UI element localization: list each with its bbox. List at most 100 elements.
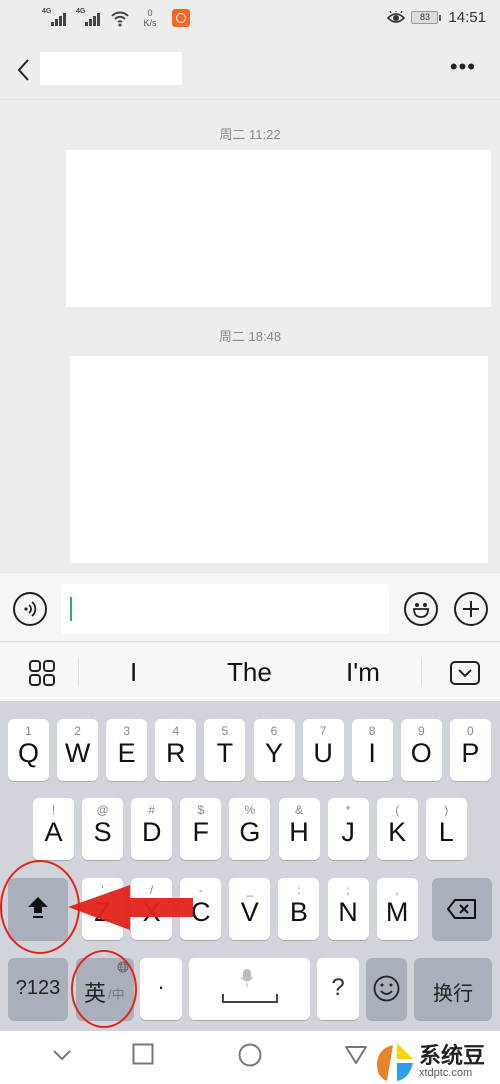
key-hint: 6 — [270, 724, 278, 738]
key-c[interactable]: -C — [180, 878, 222, 940]
emoji-key[interactable] — [366, 958, 407, 1020]
key-n[interactable]: ; N — [327, 878, 369, 940]
key-hint: 2 — [74, 724, 81, 738]
key-label: X — [142, 897, 161, 927]
key-label: C — [190, 897, 211, 927]
key-label: Q — [17, 738, 39, 768]
key-m[interactable]: ,M — [376, 878, 418, 940]
battery-icon: 83 — [411, 11, 442, 24]
key-hint: : — [297, 883, 301, 897]
voice-button[interactable] — [13, 592, 47, 626]
key-label: M — [385, 897, 409, 927]
chat-title — [40, 52, 182, 85]
backspace-key[interactable] — [432, 878, 492, 940]
key-label: Z — [94, 897, 111, 927]
key-o[interactable]: 9O — [400, 719, 442, 781]
space-key[interactable] — [189, 958, 310, 1020]
back-icon[interactable] — [344, 1045, 368, 1065]
backspace-icon — [447, 899, 476, 919]
numbers-key[interactable]: ?123 — [8, 958, 68, 1020]
watermark-url: xtdptc.com — [419, 1067, 473, 1079]
key-b[interactable]: :B — [278, 878, 320, 940]
key-q[interactable]: 1Q — [8, 719, 49, 781]
wifi-icon — [111, 11, 129, 27]
question-key[interactable]: ? — [317, 958, 359, 1020]
emoji-button[interactable] — [404, 592, 438, 626]
home-icon[interactable] — [238, 1043, 262, 1067]
app-notification-icon — [172, 9, 190, 27]
divider — [421, 657, 422, 687]
back-button[interactable] — [14, 55, 34, 85]
key-y[interactable]: 6Y — [253, 719, 295, 781]
key-l[interactable]: ) L — [425, 798, 467, 860]
suggestion-word[interactable]: The — [227, 657, 272, 688]
key-hint: ' — [101, 883, 104, 897]
key-label: P — [461, 738, 480, 768]
net-speed-unit: K/s — [143, 18, 157, 28]
key-d[interactable]: # D — [131, 798, 173, 860]
enter-key[interactable]: 换行 — [414, 958, 492, 1020]
key-z[interactable]: ' Z — [82, 878, 123, 940]
key-f[interactable]: $ F — [180, 798, 222, 860]
shift-key[interactable] — [8, 878, 68, 940]
message-input[interactable] — [61, 584, 389, 634]
more-functions-button[interactable] — [454, 592, 488, 626]
key-t[interactable]: 5T — [204, 719, 246, 781]
more-dots-icon: ••• — [449, 54, 476, 79]
plus-icon — [463, 601, 479, 617]
key-x[interactable]: / X — [131, 878, 173, 940]
key-label: O — [410, 738, 432, 768]
key-hint: _ — [246, 883, 254, 897]
chevron-left-icon — [17, 59, 29, 81]
period-key[interactable]: · — [140, 958, 182, 1020]
status-bar: 4G 4G 0 K/s 83 14:51 — [0, 0, 500, 40]
key-v[interactable]: _ V — [229, 878, 271, 940]
key-r[interactable]: 4R — [155, 719, 197, 781]
key-p[interactable]: 0P — [449, 719, 491, 781]
key-label: W — [64, 738, 91, 768]
network-type-label: 4G — [42, 8, 52, 15]
key-a[interactable]: ! A — [33, 798, 74, 860]
language-switch-key[interactable]: 英 /中 — [76, 958, 134, 1020]
key-s[interactable]: @ S — [82, 798, 124, 860]
suggestion-word[interactable]: I — [130, 657, 137, 688]
message-input-bar — [0, 572, 500, 642]
lang-alt-label: /中 — [108, 987, 125, 1002]
voice-icon — [24, 601, 37, 617]
keyboard-hide-icon[interactable] — [450, 661, 480, 685]
key-hint: % — [244, 803, 256, 817]
key-hint: 1 — [25, 724, 32, 738]
message-timestamp: 周二 11:22 — [219, 127, 281, 142]
key-hint: 0 — [467, 724, 474, 738]
key-g[interactable]: % G — [229, 798, 271, 860]
emoji-icon — [413, 603, 429, 618]
key-k[interactable]: (K — [376, 798, 418, 860]
net-speed: 0 K/s — [140, 8, 160, 28]
key-label: G — [239, 817, 261, 847]
recents-icon[interactable] — [132, 1043, 154, 1065]
key-label: H — [289, 817, 309, 847]
key-j[interactable]: * J — [327, 798, 369, 860]
suggestion-word[interactable]: I'm — [346, 657, 380, 688]
key-label: B — [289, 897, 308, 927]
key-hint: 3 — [123, 724, 131, 738]
key-h[interactable]: & H — [278, 798, 320, 860]
grid-icon[interactable] — [29, 660, 55, 686]
key-label: A — [44, 817, 63, 847]
key-e[interactable]: 3E — [106, 719, 148, 781]
key-label: V — [240, 897, 259, 927]
battery-level: 83 — [419, 12, 430, 22]
key-hint: ( — [395, 803, 400, 817]
more-button[interactable]: ••• — [450, 56, 476, 78]
message-bubble[interactable] — [70, 356, 488, 563]
collapse-icon[interactable] — [52, 1049, 72, 1061]
message-bubble[interactable] — [66, 150, 491, 307]
key-i[interactable]: 8I — [351, 719, 393, 781]
key-hint: 9 — [417, 724, 425, 738]
key-hint: ) — [444, 803, 449, 817]
key-w[interactable]: 2W — [57, 719, 99, 781]
key-u[interactable]: 7U — [302, 719, 344, 781]
key-hint: ; — [346, 883, 350, 897]
key-label: N — [338, 897, 358, 927]
watermark-logo-icon — [377, 1043, 413, 1081]
